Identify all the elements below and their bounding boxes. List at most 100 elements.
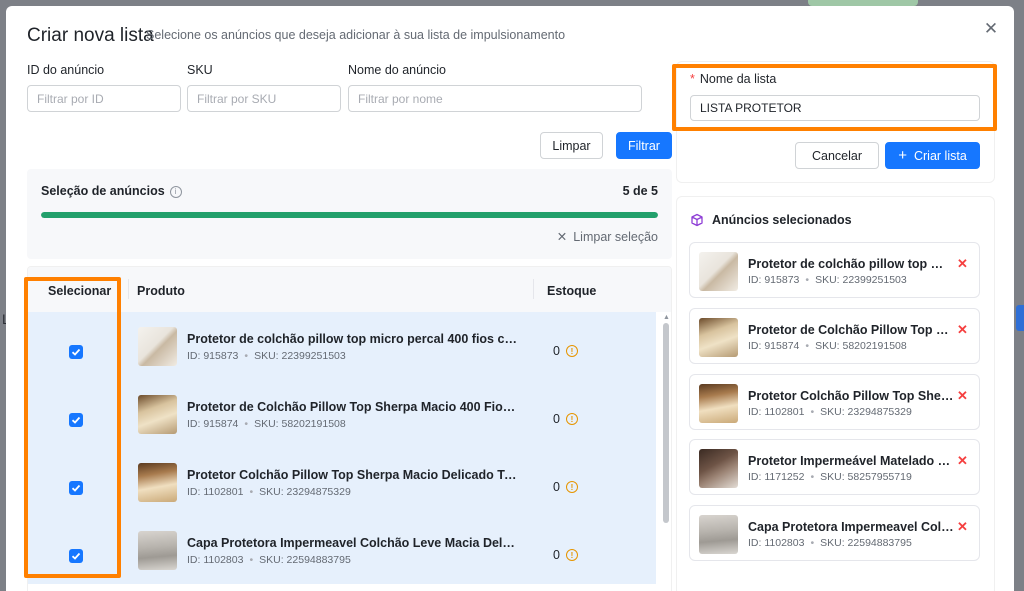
- warning-icon: !: [565, 481, 578, 493]
- sku-filter-input[interactable]: [187, 85, 341, 112]
- warning-icon: !: [565, 345, 578, 357]
- close-icon[interactable]: ✕: [982, 20, 1000, 38]
- selection-title-text: Seleção de anúncios: [41, 184, 165, 198]
- product-sku: SKU: 58202191508: [254, 418, 346, 430]
- product-name: Protetor Colchão Pillow Top Sherpa Macio…: [187, 468, 517, 482]
- product-sku: SKU: 23294875329: [259, 486, 351, 498]
- product-name: Protetor de colchão pillow top micro per…: [187, 332, 517, 346]
- remove-icon[interactable]: ✕: [957, 453, 968, 469]
- product-meta: ID: 1102801 • SKU: 23294875329: [748, 406, 912, 418]
- header-select: Selecionar: [48, 284, 112, 298]
- product-id: ID: 915873: [748, 274, 800, 286]
- product-id: ID: 915874: [748, 340, 800, 352]
- create-list-button[interactable]: + Criar lista: [885, 142, 980, 169]
- product-name: Protetor Colchão Pillow Top Sherpa...: [748, 389, 954, 403]
- remove-icon[interactable]: ✕: [957, 388, 968, 404]
- modal-subtitle: Selecione os anúncios que deseja adicion…: [146, 28, 566, 42]
- selected-item: Protetor de colchão pillow top micro... …: [689, 242, 980, 298]
- selection-progress-fill: [41, 212, 658, 218]
- header-product: Produto: [137, 284, 185, 298]
- stock-value: 0: [553, 344, 560, 358]
- product-sku: SKU: 22399251503: [815, 274, 907, 286]
- close-icon: ✕: [556, 230, 568, 244]
- header-divider: [128, 279, 129, 299]
- list-name-label: * Nome da lista: [690, 72, 776, 86]
- selected-item: Capa Protetora Impermeavel Colchã... ID:…: [689, 505, 980, 561]
- row-checkbox[interactable]: [69, 549, 83, 563]
- product-name: Protetor de colchão pillow top micro...: [748, 257, 954, 271]
- clear-selection-link[interactable]: ✕ Limpar seleção: [557, 229, 658, 244]
- remove-icon[interactable]: ✕: [957, 519, 968, 535]
- product-stock: 0!: [553, 412, 578, 426]
- product-meta: ID: 1171252 • SKU: 58257955719: [748, 471, 912, 483]
- product-id: ID: 1102801: [187, 486, 244, 498]
- table-scrollbar[interactable]: [663, 323, 669, 523]
- product-thumbnail: [699, 384, 738, 423]
- product-thumbnail: [699, 318, 738, 357]
- table-row[interactable]: Protetor Colchão Pillow Top Sherpa Macio…: [28, 448, 656, 516]
- id-filter-label: ID do anúncio: [27, 63, 105, 77]
- background-primary-button: [1016, 305, 1024, 331]
- table-row[interactable]: Protetor de colchão pillow top micro per…: [28, 312, 656, 380]
- product-id: ID: 1102803: [748, 537, 805, 549]
- product-name: Protetor Impermeável Matelado para...: [748, 454, 954, 468]
- header-stock: Estoque: [547, 284, 597, 298]
- product-thumbnail: [138, 395, 177, 434]
- sku-filter-label: SKU: [187, 63, 213, 77]
- product-meta: ID: 1102803 • SKU: 22594883795: [748, 537, 912, 549]
- selection-count: 5 de 5: [622, 184, 658, 198]
- product-thumbnail: [699, 449, 738, 488]
- modal-title: Criar nova lista: [27, 25, 154, 46]
- list-name-label-text: Nome da lista: [699, 72, 777, 86]
- product-id: ID: 1171252: [748, 471, 805, 483]
- row-checkbox[interactable]: [69, 345, 83, 359]
- scroll-up-arrow[interactable]: ▲: [663, 314, 670, 321]
- selected-item: Protetor Impermeável Matelado para... ID…: [689, 439, 980, 495]
- product-sku: SKU: 58257955719: [820, 471, 912, 483]
- filter-button[interactable]: Filtrar: [616, 132, 672, 159]
- clear-filters-button[interactable]: Limpar: [540, 132, 603, 159]
- remove-icon[interactable]: ✕: [957, 256, 968, 272]
- product-name: Capa Protetora Impermeavel Colchão Leve …: [187, 536, 517, 550]
- create-list-modal: Criar nova lista Selecione os anúncios q…: [6, 6, 1014, 591]
- product-thumbnail: [138, 463, 177, 502]
- product-meta: ID: 915874 • SKU: 58202191508: [187, 418, 346, 430]
- table-row[interactable]: Capa Protetora Impermeavel Colchão Leve …: [28, 516, 656, 584]
- row-checkbox[interactable]: [69, 413, 83, 427]
- product-name: Protetor de Colchão Pillow Top Sher...: [748, 323, 954, 337]
- table-row[interactable]: Protetor de Colchão Pillow Top Sherpa Ma…: [28, 380, 656, 448]
- selected-item: Protetor Colchão Pillow Top Sherpa... ID…: [689, 374, 980, 430]
- selection-summary: Seleção de anúncios i 5 de 5 ✕ Limpar sele…: [27, 169, 672, 259]
- name-filter-input[interactable]: [348, 85, 642, 112]
- table-header: Selecionar Produto Estoque: [28, 267, 671, 312]
- product-sku: SKU: 23294875329: [820, 406, 912, 418]
- selection-progress-bar: [41, 212, 658, 218]
- create-list-label: Criar lista: [913, 148, 967, 163]
- product-sku: SKU: 22594883795: [259, 554, 351, 566]
- product-sku: SKU: 22594883795: [820, 537, 912, 549]
- product-meta: ID: 915873 • SKU: 22399251503: [748, 274, 907, 286]
- warning-icon: !: [565, 413, 578, 425]
- stock-value: 0: [553, 412, 560, 426]
- list-name-input[interactable]: [690, 95, 980, 121]
- info-icon: i: [169, 185, 182, 198]
- stock-value: 0: [553, 548, 560, 562]
- selected-item: Protetor de Colchão Pillow Top Sher... I…: [689, 308, 980, 364]
- plus-icon: +: [898, 147, 907, 164]
- cancel-button[interactable]: Cancelar: [795, 142, 879, 169]
- product-id: ID: 1102803: [187, 554, 244, 566]
- row-checkbox[interactable]: [69, 481, 83, 495]
- stock-value: 0: [553, 480, 560, 494]
- product-stock: 0!: [553, 548, 578, 562]
- cube-icon: [691, 213, 703, 227]
- remove-icon[interactable]: ✕: [957, 322, 968, 338]
- product-thumbnail: [699, 252, 738, 291]
- required-marker: *: [690, 72, 695, 86]
- product-meta: ID: 915874 • SKU: 58202191508: [748, 340, 907, 352]
- id-filter-input[interactable]: [27, 85, 181, 112]
- warning-icon: !: [565, 549, 578, 561]
- product-thumbnail: [699, 515, 738, 554]
- product-stock: 0!: [553, 480, 578, 494]
- products-table: Selecionar Produto Estoque Protetor de c…: [27, 266, 672, 591]
- product-sku: SKU: 58202191508: [815, 340, 907, 352]
